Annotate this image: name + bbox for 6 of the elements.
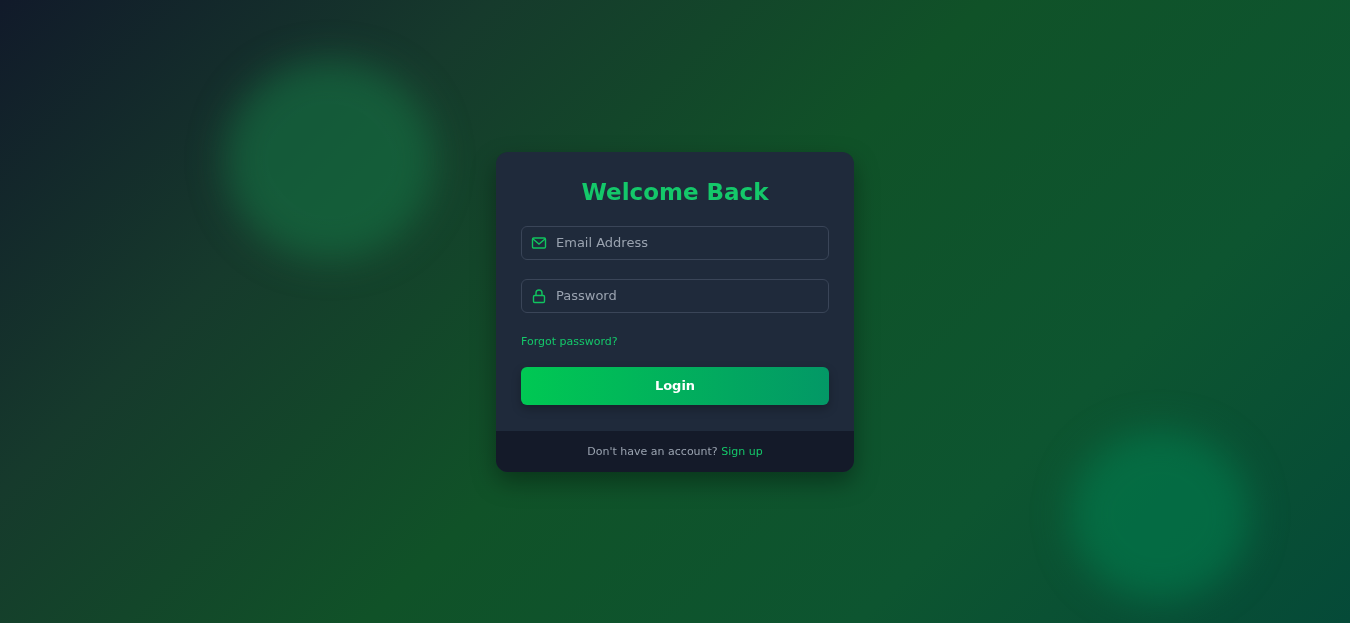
card-title: Welcome Back: [580, 177, 770, 207]
forgot-password-link[interactable]: Forgot password?: [521, 334, 618, 348]
signup-prompt: Don't have an account? Sign up: [587, 444, 763, 458]
password-field[interactable]: Password: [521, 278, 829, 313]
signup-link[interactable]: Sign up: [721, 444, 763, 458]
email-field[interactable]: Email Address: [521, 225, 829, 260]
